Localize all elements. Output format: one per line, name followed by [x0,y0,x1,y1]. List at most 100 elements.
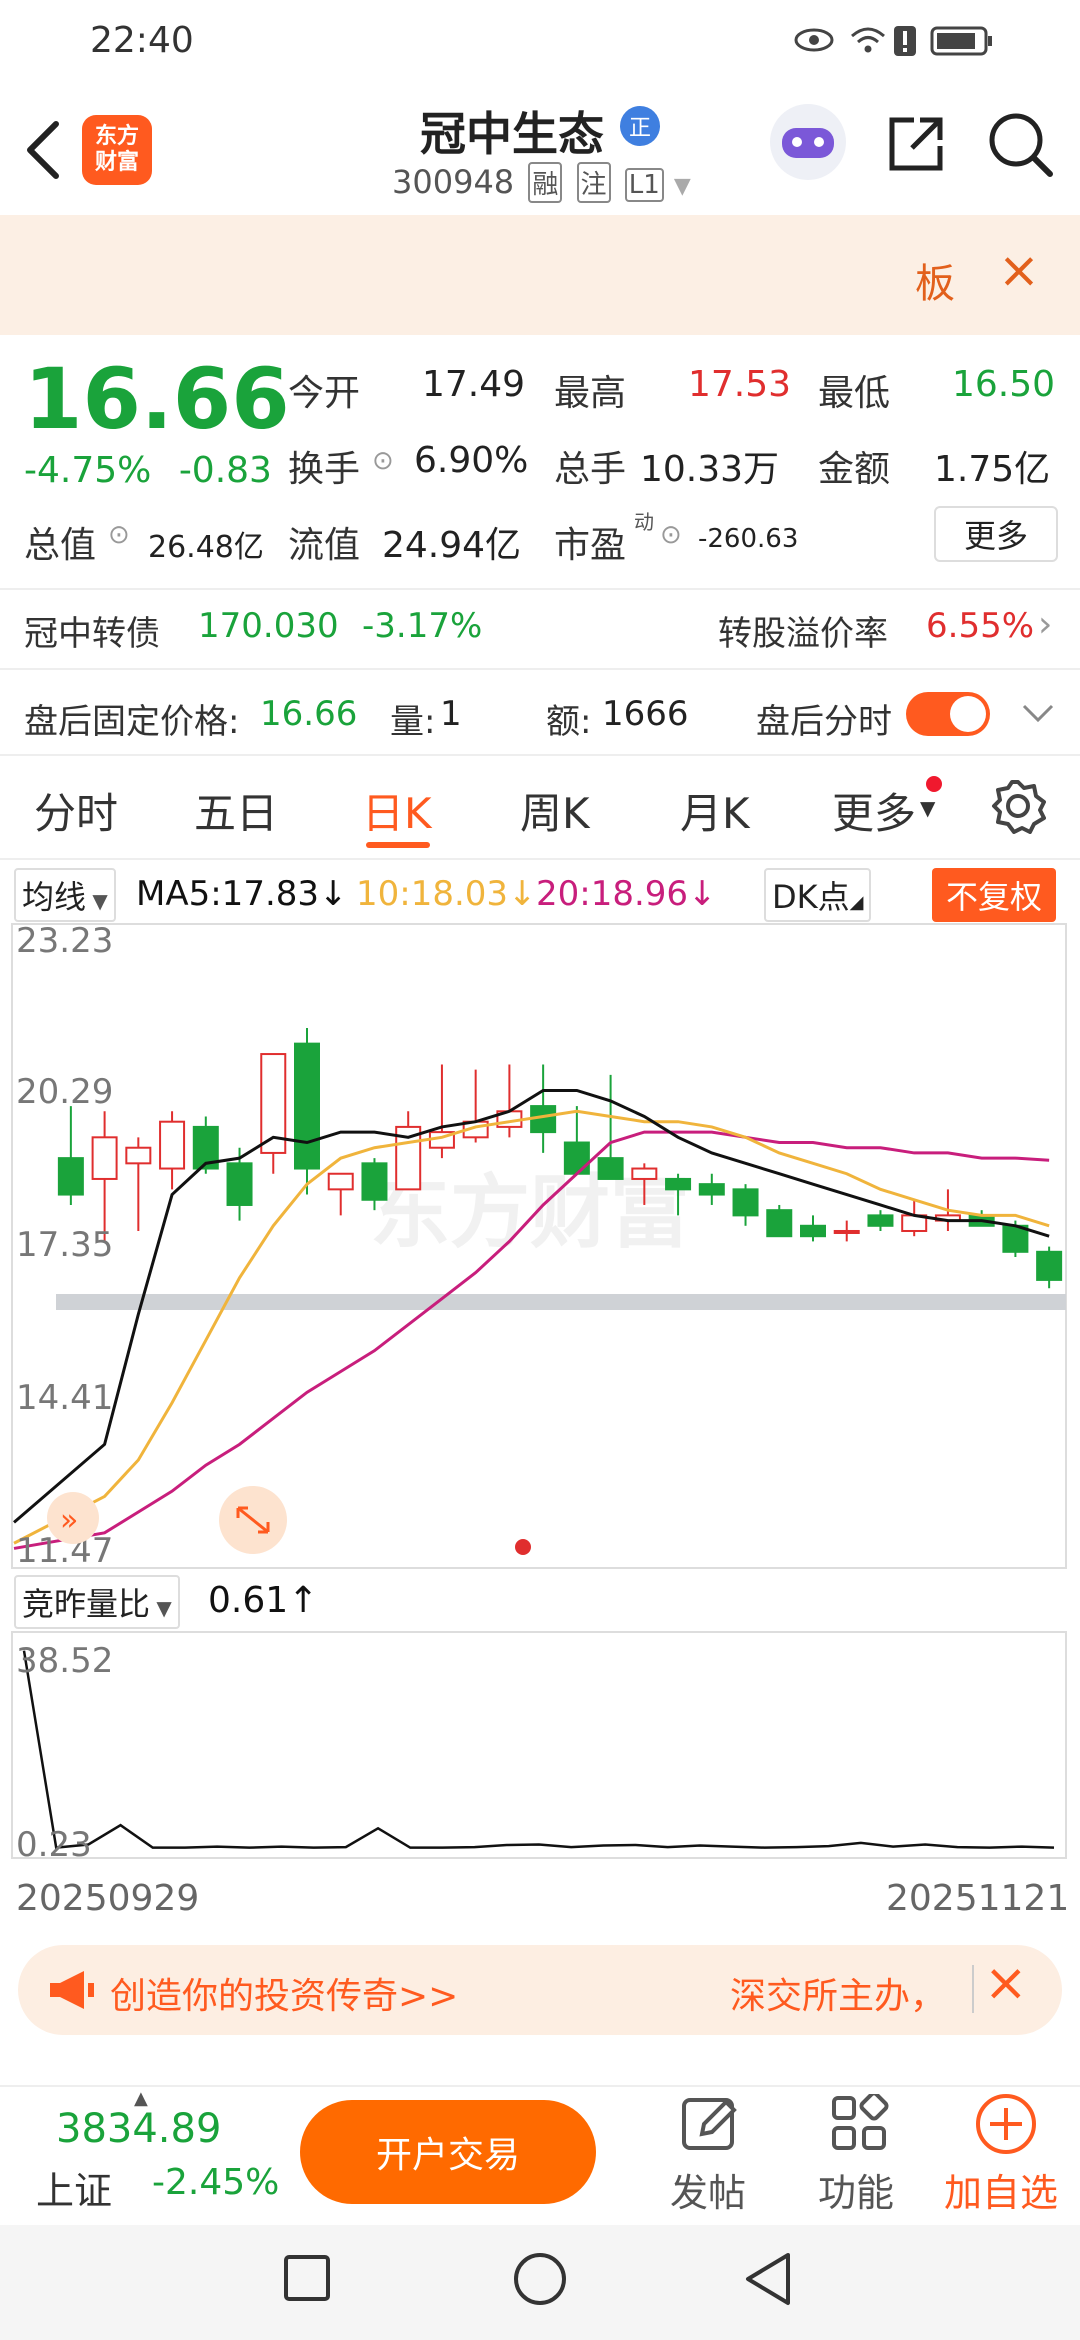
back-icon[interactable] [22,120,62,180]
afterhours-toggle-label: 盘后分时 [756,702,892,742]
divider [0,754,1080,756]
tab-daily-k[interactable]: 日K [362,780,432,841]
board-label[interactable]: 板 [915,251,955,309]
post-label[interactable]: 发帖 [670,2162,746,2217]
turnover-label: 换手 [288,449,361,490]
y-tick-label: 14.41 [16,1378,113,1418]
afterhours-amt: 1666 [602,694,689,734]
index-value[interactable]: 3834.89 [56,2106,221,2152]
robot-avatar-icon[interactable] [770,104,846,180]
chevron-right-icon[interactable]: › [1038,604,1052,645]
afterhours-toggle[interactable] [906,692,990,736]
close-icon[interactable]: × [998,241,1040,299]
ad-text-right[interactable]: 深交所主办， [730,1967,946,2019]
kline-chart[interactable]: 东方财富 23.2320.2917.3514.4111.47 » [0,920,1080,1570]
info-icon[interactable]: ⊙ [108,520,130,550]
badge-icon: 正 [620,106,660,146]
bond-pct: -3.17% [362,606,483,646]
notification-dot [926,776,942,792]
home-circle-icon[interactable] [512,2251,568,2307]
status-time: 22:40 [90,20,194,61]
divider [0,668,1080,670]
tab-intraday[interactable]: 分时 [34,780,118,841]
open-account-button[interactable]: 开户交易 [300,2100,596,2204]
amount-value: 1.75亿 [934,449,1051,490]
add-watch-label[interactable]: 加自选 [944,2162,1058,2217]
info-icon[interactable]: ⊙ [372,446,394,476]
afterhours-qty: 1 [440,694,462,734]
dk-select[interactable]: DK点◢ [764,868,872,922]
megaphone-icon [50,1971,94,2009]
price-band [56,1294,1066,1310]
tab-active-indicator [366,842,430,848]
caret-down-icon: ▼ [920,796,936,820]
candle-body [597,1157,624,1180]
premium-value: 6.55% [926,606,1035,646]
indicator-value: 0.61↑ [208,1580,319,1621]
app-logo: 东方 财富 [82,115,152,185]
function-label[interactable]: 功能 [818,2162,894,2217]
stock-name: 冠中生态 [420,107,604,161]
candle-body [732,1188,759,1217]
candle-body [57,1157,84,1196]
settings-gear-icon[interactable] [990,778,1046,834]
afterhours-qty-label: 量: [390,702,436,742]
current-price: 16.66 [24,350,290,448]
candle-body [226,1162,253,1206]
y-tick-label: 38.52 [16,1641,113,1681]
info-icon[interactable]: ⊙ [660,520,682,550]
tab-5day[interactable]: 五日 [194,780,278,841]
x-end-date: 20251121 [886,1878,1070,1919]
candle-body [125,1146,152,1165]
post-edit-icon[interactable] [680,2094,740,2154]
high-value: 17.53 [688,364,792,405]
notice-banner[interactable]: 板 × [0,215,1080,335]
pe-superscript: 动 [634,510,654,534]
afterhours-amt-label: 额: [546,702,592,742]
pe-label: 市盈 [554,525,627,566]
wifi-icon [851,27,885,53]
close-icon[interactable]: × [984,1953,1028,2013]
ad-divider [972,1965,974,2013]
change-line: -4.75% -0.83 [24,450,272,491]
share-icon[interactable] [884,112,948,176]
candle-body [294,1042,320,1170]
ma-select[interactable]: 均线 ▼ [14,868,116,922]
dk-label: DK点 [772,878,850,916]
mktcap-value: 26.48亿 [148,530,264,565]
tab-more[interactable]: 更多 [832,780,916,841]
candle-body [833,1229,860,1234]
recents-square-icon[interactable] [282,2253,332,2303]
function-grid-icon[interactable] [830,2094,890,2154]
x-start-date: 20250929 [16,1878,200,1919]
add-circle-icon[interactable] [974,2092,1038,2156]
ad-bar[interactable]: 创造你的投资传奇>> 深交所主办， × [18,1945,1062,2035]
low-label: 最低 [818,373,891,414]
back-triangle-icon[interactable] [742,2251,794,2307]
tab-monthly-k[interactable]: 月K [680,780,750,841]
status-icons [794,26,992,56]
search-icon[interactable] [986,110,1056,180]
candle-body [665,1177,692,1191]
bond-name[interactable]: 冠中转债 [24,606,160,655]
alert-icon [894,26,916,56]
open-value: 17.49 [422,364,526,405]
indicator-select[interactable]: 竞昨量比 ▼ [14,1575,180,1629]
system-nav-bar [0,2225,1080,2340]
candle-body [867,1214,894,1227]
index-name[interactable]: 上证 [36,2160,112,2215]
chevron-down-icon[interactable]: ▼ [674,174,691,199]
premium-label: 转股溢价率 [718,614,888,654]
candle-body [361,1162,388,1201]
adjust-button[interactable]: 不复权 [932,868,1057,922]
y-tick-label: 23.23 [16,921,113,961]
candle-body [91,1136,118,1180]
chevron-down-icon[interactable] [1020,700,1056,724]
tag-margin: 融 [528,162,563,203]
ad-text-left[interactable]: 创造你的投资传奇>> [110,1967,458,2019]
volume-ratio-chart[interactable]: 38.52 0.23 [0,1630,1080,1860]
tab-weekly-k[interactable]: 周K [520,780,590,841]
more-button[interactable]: 更多 [934,506,1058,562]
low-value: 16.50 [952,364,1056,405]
tag-level: L1 [624,168,664,202]
